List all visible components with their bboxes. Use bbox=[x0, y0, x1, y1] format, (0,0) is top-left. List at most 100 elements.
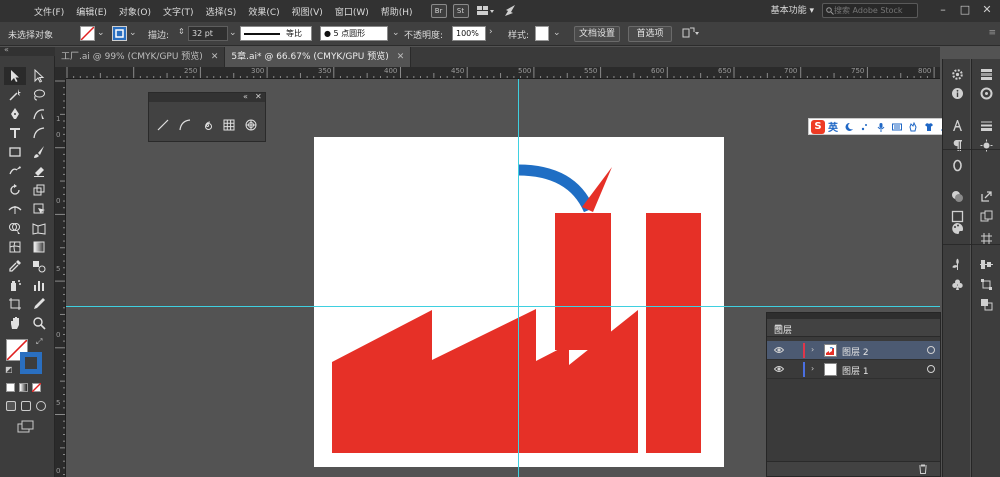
column-graph-tool[interactable] bbox=[28, 276, 50, 294]
polar-grid-tool[interactable] bbox=[243, 117, 259, 133]
draw-normal-icon[interactable] bbox=[6, 401, 16, 411]
close-icon[interactable]: ✕ bbox=[980, 3, 994, 16]
preferences-button[interactable]: 首选项 bbox=[628, 26, 672, 42]
layer-target-icon[interactable] bbox=[927, 346, 935, 354]
line-segment-tool[interactable] bbox=[155, 117, 171, 133]
screen-mode-icon[interactable] bbox=[17, 420, 35, 437]
vertical-ruler[interactable]: 1 0 0 5 0 5 0 bbox=[55, 79, 66, 477]
color-guide-panel-button[interactable] bbox=[976, 84, 996, 102]
stock-search-input[interactable] bbox=[834, 6, 914, 15]
gradient-tool[interactable] bbox=[28, 238, 50, 256]
stock-search[interactable] bbox=[822, 3, 918, 18]
expand-arrow-icon[interactable]: › bbox=[811, 345, 814, 354]
vertical-guide[interactable] bbox=[518, 79, 519, 477]
export-panel-button[interactable] bbox=[976, 187, 996, 205]
ruler-origin[interactable] bbox=[55, 67, 66, 79]
opacity-field[interactable]: 100% bbox=[452, 26, 486, 41]
shape-builder-tool[interactable] bbox=[4, 219, 26, 237]
trash-icon[interactable] bbox=[918, 464, 928, 474]
line-segment-tool[interactable] bbox=[28, 124, 50, 142]
slice-tool[interactable] bbox=[28, 295, 50, 313]
menu-help[interactable]: 帮助(H) bbox=[375, 5, 419, 18]
curvature-tool[interactable] bbox=[28, 105, 50, 123]
opacity-label[interactable]: 不透明度: bbox=[404, 28, 443, 41]
layer-target-icon[interactable] bbox=[927, 365, 935, 373]
stroke-weight-field[interactable]: 32 pt bbox=[188, 26, 228, 41]
maximize-icon[interactable]: □ bbox=[958, 3, 972, 16]
rotate-tool[interactable] bbox=[4, 181, 26, 199]
brush-definition[interactable]: ● 5 点圆形 bbox=[320, 26, 388, 41]
control-bar-menu-icon[interactable]: ≡ bbox=[988, 28, 996, 38]
document-setup-button[interactable]: 文档设置 bbox=[574, 26, 620, 42]
rectangular-grid-tool[interactable] bbox=[221, 117, 237, 133]
draw-inside-icon[interactable] bbox=[36, 401, 46, 411]
transform-panel-button[interactable] bbox=[976, 275, 996, 293]
opacity-expand-icon[interactable]: › bbox=[489, 27, 493, 37]
arrange-documents-icon[interactable] bbox=[476, 5, 495, 17]
stroke-stepper-icon[interactable]: ⇕ bbox=[178, 27, 185, 36]
align-panel-button[interactable] bbox=[976, 255, 996, 273]
default-fill-stroke-icon[interactable]: ◩ bbox=[5, 365, 13, 374]
character-panel-button[interactable] bbox=[947, 116, 967, 134]
hand-tool[interactable] bbox=[4, 314, 26, 332]
visibility-eye-icon[interactable] bbox=[774, 364, 784, 374]
variable-width-profile[interactable]: 等比 bbox=[240, 26, 312, 41]
tab-factory[interactable]: 工厂.ai @ 99% (CMYK/GPU 预览) ✕ bbox=[55, 47, 226, 67]
layer-row[interactable]: › 图层 1 bbox=[767, 360, 940, 379]
rectangle-tool[interactable] bbox=[4, 143, 26, 161]
perspective-grid-tool[interactable] bbox=[28, 219, 50, 237]
close-icon[interactable]: ✕ bbox=[211, 47, 219, 67]
moon-icon[interactable] bbox=[844, 122, 854, 132]
zoom-tool[interactable] bbox=[28, 314, 50, 332]
color-mode-button[interactable] bbox=[6, 383, 15, 392]
tab-chapter5[interactable]: 5章.ai* @ 66.67% (CMYK/GPU 预览) ✕ bbox=[225, 47, 412, 67]
width-tool[interactable] bbox=[4, 200, 26, 218]
keyboard-icon[interactable] bbox=[892, 122, 902, 132]
stroke-dropdown-icon[interactable]: ⌄ bbox=[129, 28, 137, 38]
chimney-left[interactable] bbox=[555, 213, 611, 350]
stroke-weight-dropdown-icon[interactable]: ⌄ bbox=[229, 28, 237, 38]
opentype-panel-button[interactable] bbox=[947, 156, 967, 174]
mesh-tool[interactable] bbox=[4, 238, 26, 256]
menu-effect[interactable]: 效果(C) bbox=[242, 5, 285, 18]
graphic-style-swatch[interactable] bbox=[535, 26, 549, 41]
workspace-switcher[interactable]: 基本功能 ▾ bbox=[771, 3, 814, 16]
artboard[interactable] bbox=[314, 137, 724, 467]
visibility-eye-icon[interactable] bbox=[774, 345, 784, 355]
lasso-tool[interactable] bbox=[28, 86, 50, 104]
hand-gesture-icon[interactable] bbox=[908, 121, 918, 132]
fill-swatch[interactable] bbox=[80, 26, 95, 41]
color-panel-button[interactable] bbox=[976, 65, 996, 83]
transparency-panel-button[interactable] bbox=[947, 187, 967, 205]
eraser-tool[interactable] bbox=[28, 162, 50, 180]
document-setup-menu-icon[interactable] bbox=[682, 26, 700, 43]
layer-name[interactable]: 图层 1 bbox=[842, 364, 869, 377]
libraries-panel-button[interactable] bbox=[947, 275, 967, 293]
brush-dropdown-icon[interactable]: ⌄ bbox=[392, 28, 400, 38]
menu-select[interactable]: 选择(S) bbox=[200, 5, 243, 18]
paragraph-panel-button[interactable] bbox=[947, 136, 967, 154]
layer-row[interactable]: › 图层 2 bbox=[767, 341, 940, 360]
type-tool[interactable] bbox=[4, 124, 26, 142]
layer-name[interactable]: 图层 2 bbox=[842, 345, 869, 358]
skin-shirt-icon[interactable] bbox=[924, 122, 934, 132]
ime-language-toggle[interactable]: 英 bbox=[828, 119, 838, 134]
graphic-style-dropdown-icon[interactable]: ⌄ bbox=[553, 28, 561, 38]
minimize-icon[interactable]: – bbox=[936, 3, 950, 16]
stroke-color-box[interactable] bbox=[20, 352, 42, 374]
menu-window[interactable]: 窗口(W) bbox=[329, 5, 375, 18]
curved-arrow-shaft[interactable] bbox=[517, 164, 595, 213]
free-transform-tool[interactable] bbox=[28, 200, 50, 218]
menu-type[interactable]: 文字(T) bbox=[157, 5, 200, 18]
draw-behind-icon[interactable] bbox=[21, 401, 31, 411]
bridge-button[interactable]: Br bbox=[430, 4, 447, 18]
close-icon[interactable]: ✕ bbox=[255, 92, 262, 101]
stroke-swatch[interactable] bbox=[112, 26, 127, 41]
gradient-mode-button[interactable] bbox=[19, 383, 28, 392]
horizontal-ruler[interactable]: 250 300 350 400 450 500 550 600 650 700 … bbox=[66, 67, 940, 79]
stroke-panel-button[interactable] bbox=[976, 116, 996, 134]
magic-wand-tool[interactable] bbox=[4, 86, 26, 104]
symbol-sprayer-tool[interactable] bbox=[4, 276, 26, 294]
menu-object[interactable]: 对象(O) bbox=[113, 5, 157, 18]
panel-menu-icon[interactable]: ≡ bbox=[774, 322, 934, 333]
